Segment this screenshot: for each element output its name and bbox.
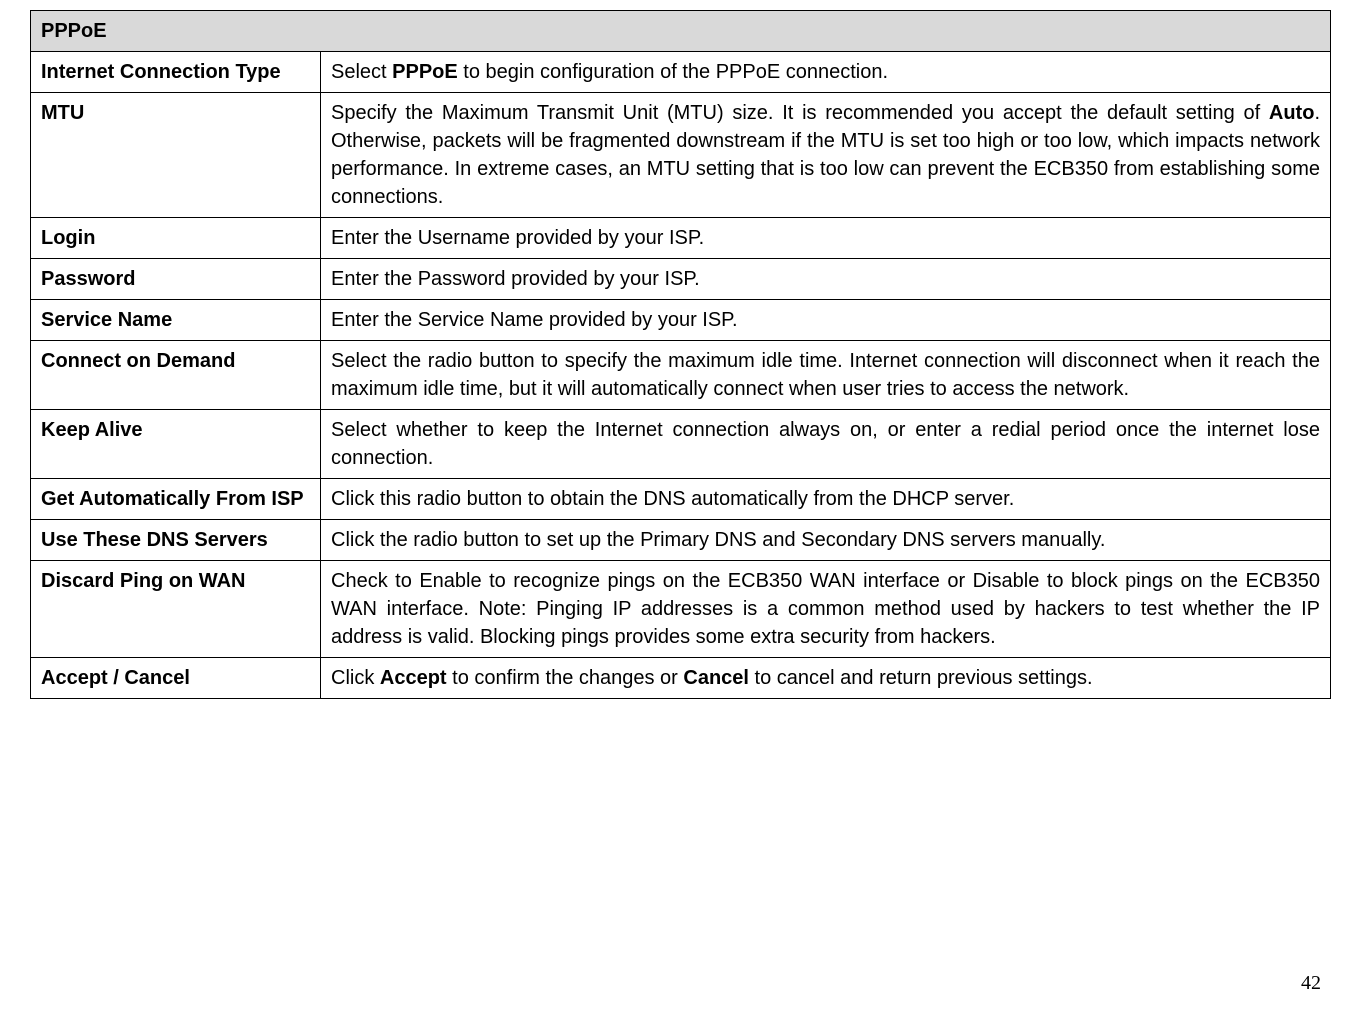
row-desc: Enter the Service Name provided by your …: [321, 300, 1331, 341]
desc-text: Select: [331, 61, 392, 83]
desc-text: Click: [331, 667, 380, 689]
table-row: Connect on Demand Select the radio butto…: [31, 341, 1331, 410]
desc-text: to begin configuration of the PPPoE conn…: [458, 61, 888, 83]
table-row: Keep Alive Select whether to keep the In…: [31, 410, 1331, 479]
row-label: Accept / Cancel: [31, 658, 321, 699]
row-label: Connect on Demand: [31, 341, 321, 410]
desc-bold: Auto: [1269, 102, 1315, 124]
desc-bold: PPPoE: [392, 61, 458, 83]
pppoe-settings-table: PPPoE Internet Connection Type Select PP…: [30, 10, 1331, 699]
row-desc: Click the radio button to set up the Pri…: [321, 520, 1331, 561]
page-number: 42: [1301, 972, 1321, 995]
table-row: Login Enter the Username provided by you…: [31, 218, 1331, 259]
row-label: Login: [31, 218, 321, 259]
desc-text: to cancel and return previous settings.: [749, 667, 1093, 689]
desc-bold: Cancel: [683, 667, 749, 689]
row-label: Internet Connection Type: [31, 52, 321, 93]
table-row: Internet Connection Type Select PPPoE to…: [31, 52, 1331, 93]
desc-text: Specify the Maximum Transmit Unit (MTU) …: [331, 102, 1269, 124]
row-desc: Enter the Username provided by your ISP.: [321, 218, 1331, 259]
row-label: Use These DNS Servers: [31, 520, 321, 561]
row-label: Discard Ping on WAN: [31, 561, 321, 658]
table-header-row: PPPoE: [31, 11, 1331, 52]
row-label: Get Automatically From ISP: [31, 479, 321, 520]
row-label: Service Name: [31, 300, 321, 341]
table-row: Accept / Cancel Click Accept to confirm …: [31, 658, 1331, 699]
row-desc: Specify the Maximum Transmit Unit (MTU) …: [321, 93, 1331, 218]
table-row: Use These DNS Servers Click the radio bu…: [31, 520, 1331, 561]
row-desc: Click Accept to confirm the changes or C…: [321, 658, 1331, 699]
row-desc: Select PPPoE to begin configuration of t…: [321, 52, 1331, 93]
table-row: Get Automatically From ISP Click this ra…: [31, 479, 1331, 520]
row-desc: Enter the Password provided by your ISP.: [321, 259, 1331, 300]
row-label: Password: [31, 259, 321, 300]
row-label: MTU: [31, 93, 321, 218]
table-header-cell: PPPoE: [31, 11, 1331, 52]
row-desc: Check to Enable to recognize pings on th…: [321, 561, 1331, 658]
desc-text: to confirm the changes or: [447, 667, 684, 689]
table-row: Discard Ping on WAN Check to Enable to r…: [31, 561, 1331, 658]
table-row: Service Name Enter the Service Name prov…: [31, 300, 1331, 341]
row-desc: Select the radio button to specify the m…: [321, 341, 1331, 410]
row-label: Keep Alive: [31, 410, 321, 479]
row-desc: Click this radio button to obtain the DN…: [321, 479, 1331, 520]
desc-bold: Accept: [380, 667, 447, 689]
row-desc: Select whether to keep the Internet conn…: [321, 410, 1331, 479]
table-row: MTU Specify the Maximum Transmit Unit (M…: [31, 93, 1331, 218]
table-row: Password Enter the Password provided by …: [31, 259, 1331, 300]
